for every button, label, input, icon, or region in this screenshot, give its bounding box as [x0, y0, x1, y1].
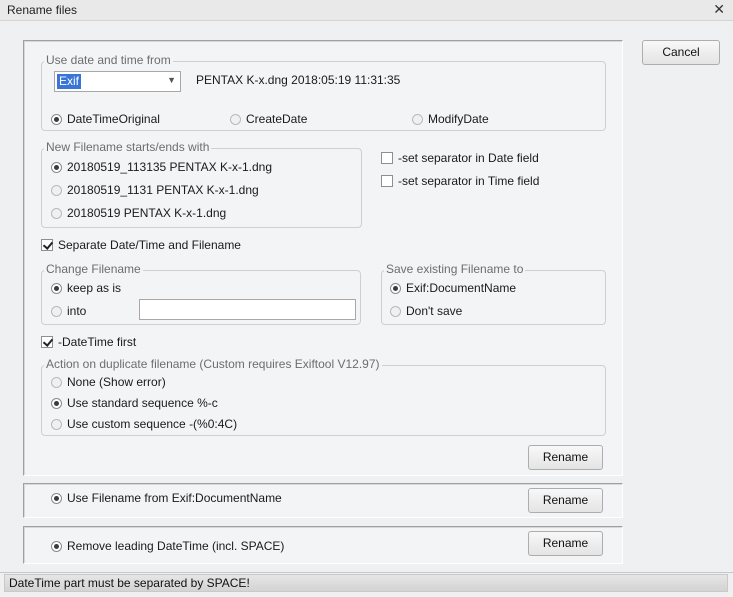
- new-filename-input[interactable]: [139, 299, 356, 320]
- checkbox-label: Separate Date/Time and Filename: [58, 238, 241, 252]
- radio-dot: [412, 113, 423, 125]
- radio-label: Don't save: [406, 304, 463, 318]
- radio-dot: [51, 184, 62, 196]
- radio-label: keep as is: [67, 281, 122, 295]
- cancel-button[interactable]: Cancel: [642, 40, 720, 65]
- radio-label: Use Filename from Exif:DocumentName: [67, 491, 282, 505]
- radio-label: DateTimeOriginal: [67, 112, 160, 126]
- radio-label: 20180519_113135 PENTAX K-x-1.dng: [67, 160, 273, 174]
- radio-label: Use custom sequence -(%0:4C): [67, 417, 238, 431]
- use-filename-panel: Use Filename from Exif:DocumentName Rena…: [23, 483, 623, 518]
- radio-exif-documentname[interactable]: Exif:DocumentName: [390, 281, 516, 295]
- checkbox-box: [41, 239, 53, 251]
- radio-label: 20180519 PENTAX K-x-1.dng: [67, 206, 227, 220]
- radio-dot: [51, 113, 62, 125]
- radio-dot: [51, 161, 62, 173]
- radio-name-format-3[interactable]: 20180519 PENTAX K-x-1.dng: [51, 206, 226, 220]
- remove-datetime-panel: Remove leading DateTime (incl. SPACE) Re…: [23, 526, 623, 564]
- radio-dot: [390, 282, 401, 294]
- new-filename-legend: New Filename starts/ends with: [44, 140, 212, 154]
- radio-use-filename-exif[interactable]: Use Filename from Exif:DocumentName: [51, 491, 282, 505]
- radio-datetimeoriginal[interactable]: DateTimeOriginal: [51, 112, 160, 126]
- radio-dot: [51, 282, 62, 294]
- file-info-text: PENTAX K-x.dng 2018:05:19 11:31:35: [196, 73, 401, 87]
- date-separator-checkbox[interactable]: -set separator in Date field: [381, 151, 539, 165]
- rename-button-use-filename[interactable]: Rename: [528, 488, 603, 513]
- separate-datetime-checkbox[interactable]: Separate Date/Time and Filename: [41, 238, 241, 252]
- radio-dot: [390, 305, 401, 317]
- rename-panel: Use date and time from Exif ▼ PENTAX K-x…: [23, 40, 623, 476]
- radio-label: ModifyDate: [428, 112, 489, 126]
- datetime-first-checkbox[interactable]: -DateTime first: [41, 335, 136, 349]
- radio-name-format-2[interactable]: 20180519_1131 PENTAX K-x-1.dng: [51, 183, 259, 197]
- radio-dot: [51, 305, 62, 317]
- radio-dot: [230, 113, 241, 125]
- radio-keep-as-is[interactable]: keep as is: [51, 281, 121, 295]
- checkbox-label: -set separator in Time field: [398, 174, 540, 188]
- radio-dot: [51, 207, 62, 219]
- radio-label: Exif:DocumentName: [406, 281, 517, 295]
- date-source-dropdown[interactable]: Exif ▼: [54, 71, 181, 92]
- radio-dot: [51, 492, 62, 504]
- date-source-selected: Exif: [57, 74, 82, 89]
- status-bar: DateTime part must be separated by SPACE…: [0, 572, 733, 597]
- close-icon[interactable]: ✕: [713, 1, 725, 18]
- date-source-legend: Use date and time from: [44, 53, 173, 67]
- radio-label: None (Show error): [67, 375, 166, 389]
- radio-label: Remove leading DateTime (incl. SPACE): [67, 539, 285, 553]
- status-text: DateTime part must be separated by SPACE…: [4, 574, 728, 592]
- chevron-down-icon[interactable]: ▼: [167, 75, 176, 85]
- time-separator-checkbox[interactable]: -set separator in Time field: [381, 174, 539, 188]
- checkbox-label: -DateTime first: [58, 335, 137, 349]
- radio-dup-custom-sequence[interactable]: Use custom sequence -(%0:4C): [51, 417, 237, 431]
- rename-button-remove-datetime[interactable]: Rename: [528, 531, 603, 556]
- radio-dup-standard-sequence[interactable]: Use standard sequence %-c: [51, 396, 218, 410]
- save-filename-legend: Save existing Filename to: [384, 262, 526, 276]
- radio-dot: [51, 376, 62, 388]
- radio-dot: [51, 397, 62, 409]
- radio-dot: [51, 418, 62, 430]
- duplicate-action-legend: Action on duplicate filename (Custom req…: [44, 357, 382, 371]
- radio-dot: [51, 540, 62, 552]
- radio-name-format-1[interactable]: 20180519_113135 PENTAX K-x-1.dng: [51, 160, 272, 174]
- radio-label: CreateDate: [246, 112, 308, 126]
- radio-label: Use standard sequence %-c: [67, 396, 218, 410]
- window-title: Rename files: [7, 3, 78, 17]
- checkbox-box: [41, 336, 53, 348]
- radio-createdate[interactable]: CreateDate: [230, 112, 307, 126]
- radio-into[interactable]: into: [51, 304, 86, 318]
- radio-modifydate[interactable]: ModifyDate: [412, 112, 489, 126]
- radio-dup-none[interactable]: None (Show error): [51, 375, 166, 389]
- title-bar: Rename files ✕: [0, 0, 733, 21]
- radio-remove-leading-datetime[interactable]: Remove leading DateTime (incl. SPACE): [51, 539, 284, 553]
- checkbox-box: [381, 175, 393, 187]
- radio-label: 20180519_1131 PENTAX K-x-1.dng: [67, 183, 259, 197]
- radio-dont-save[interactable]: Don't save: [390, 304, 462, 318]
- change-filename-legend: Change Filename: [44, 262, 143, 276]
- checkbox-box: [381, 152, 393, 164]
- radio-label: into: [67, 304, 87, 318]
- checkbox-label: -set separator in Date field: [398, 151, 539, 165]
- rename-button[interactable]: Rename: [528, 445, 603, 470]
